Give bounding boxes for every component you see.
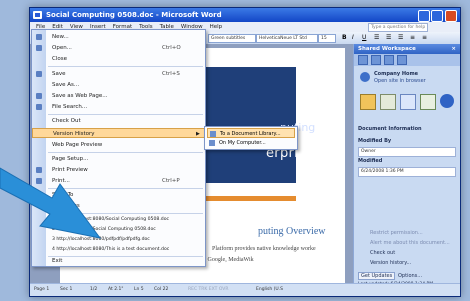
menu-item-close[interactable]: Close [32, 54, 205, 64]
help-search-input[interactable]: Type a question for help [368, 23, 428, 32]
menu-item-save[interactable]: Save Ctrl+S [32, 69, 205, 79]
numbering-icon[interactable]: ≡ [410, 34, 415, 41]
menu-item-open[interactable]: Open... Ctrl+O [32, 43, 205, 53]
menu-item-file-search[interactable]: File Search... [32, 102, 205, 112]
modified-by-value: Owner [358, 147, 456, 157]
submenu-item-document-library[interactable]: To a Document Library... [207, 128, 295, 138]
taskpane-tabs [354, 54, 460, 66]
open-site-link[interactable]: Open site in browser [374, 78, 426, 84]
modified-value: 6/24/2008 1:36 PM [358, 167, 456, 177]
status-pages: 1/2 [90, 287, 98, 292]
document-info-heading: Document Information [358, 126, 422, 132]
bullets-icon[interactable]: ≡ [422, 34, 427, 41]
minimize-button[interactable] [418, 10, 430, 22]
check-out-link[interactable]: Check out [370, 250, 395, 256]
menu-item-check-out[interactable]: Check Out [32, 116, 205, 126]
align-center-icon[interactable]: ☰ [386, 34, 391, 41]
status-at: At 2.1" [108, 287, 124, 292]
save-icon [36, 71, 42, 77]
tab-members[interactable] [371, 55, 381, 65]
taskpane-header: Shared Workspace × [354, 44, 460, 54]
menu-separator [48, 66, 203, 67]
style-combo[interactable]: Green subtitles [208, 34, 256, 43]
menu-item-save-web-page[interactable]: Save as Web Page... [32, 91, 205, 101]
status-line: Ln 5 [134, 287, 144, 292]
library-icon [210, 131, 216, 137]
open-icon [36, 45, 42, 51]
modified-by-label: Modified By [358, 138, 392, 144]
status-column: Col 22 [154, 287, 169, 292]
close-button[interactable] [445, 10, 457, 22]
menu-item-exit[interactable]: Exit [32, 256, 205, 266]
version-history-submenu: To a Document Library... On My Computer.… [204, 126, 298, 150]
tab-documents[interactable] [397, 55, 407, 65]
title-bar: Social Computing 0508.doc - Microsoft Wo… [30, 8, 460, 22]
taskpane-icon-row [360, 94, 454, 110]
tab-tasks[interactable] [384, 55, 394, 65]
options-link[interactable]: Options... [398, 273, 422, 279]
align-left-icon[interactable]: ☰ [374, 34, 379, 41]
window-title: Social Computing 0508.doc - Microsoft Wo… [46, 11, 222, 19]
italic-icon[interactable]: I [352, 34, 354, 41]
new-icon [36, 34, 42, 40]
status-icon[interactable] [360, 94, 376, 110]
modified-label: Modified [358, 158, 383, 164]
menu-help[interactable]: Help [210, 22, 223, 32]
submenu-arrow-icon: ▶ [196, 131, 200, 137]
size-combo[interactable]: 15 [318, 34, 336, 43]
menu-item-save-as[interactable]: Save As... [32, 80, 205, 90]
status-language: English (U.S [256, 287, 284, 292]
tab-status[interactable] [358, 55, 368, 65]
web-page-icon [36, 93, 42, 99]
status-flags: REC TRK EXT OVR [188, 287, 229, 292]
tasks-icon[interactable] [400, 94, 416, 110]
restrict-permission-link[interactable]: Restrict permission... [370, 230, 423, 236]
search-icon [36, 104, 42, 110]
overview-heading: puting Overview [258, 226, 326, 237]
computer-icon [209, 140, 215, 146]
underline-icon[interactable]: U [362, 34, 366, 41]
word-icon [33, 11, 42, 19]
members-icon[interactable] [380, 94, 396, 110]
submenu-item-my-computer[interactable]: On My Computer... [207, 138, 295, 148]
maximize-button[interactable] [431, 10, 443, 22]
status-section: Sec 1 [60, 287, 73, 292]
documents-icon[interactable] [420, 94, 436, 110]
status-page: Page 1 [34, 287, 50, 292]
menu-item-new[interactable]: New... [32, 32, 205, 42]
taskpane-close-icon[interactable]: × [451, 44, 456, 54]
callout-arrow-icon [0, 167, 102, 239]
alert-me-link[interactable]: Alert me about this document... [370, 240, 450, 246]
info-icon[interactable] [440, 94, 454, 108]
body-text-line-1: Platform provides native knowledge worke [212, 246, 316, 252]
bold-icon[interactable]: B [342, 34, 347, 41]
menu-separator [48, 114, 203, 115]
workspace-icon [360, 72, 370, 82]
company-home-label[interactable]: Company Home [374, 71, 418, 77]
status-bar: Page 1 Sec 1 1/2 At 2.1" Ln 5 Col 22 REC… [30, 283, 460, 296]
justify-icon[interactable]: ☰ [398, 34, 403, 41]
version-history-link[interactable]: Version history... [370, 260, 411, 266]
shared-workspace-pane: Shared Workspace × Company Home Open sit… [353, 44, 460, 287]
font-combo[interactable]: HelveticaNeue LT Std [256, 34, 318, 43]
menu-item-version-history[interactable]: Version History ▶ [32, 128, 205, 138]
taskpane-title: Shared Workspace [358, 46, 416, 52]
get-updates-button[interactable]: Get Updates [358, 272, 396, 280]
